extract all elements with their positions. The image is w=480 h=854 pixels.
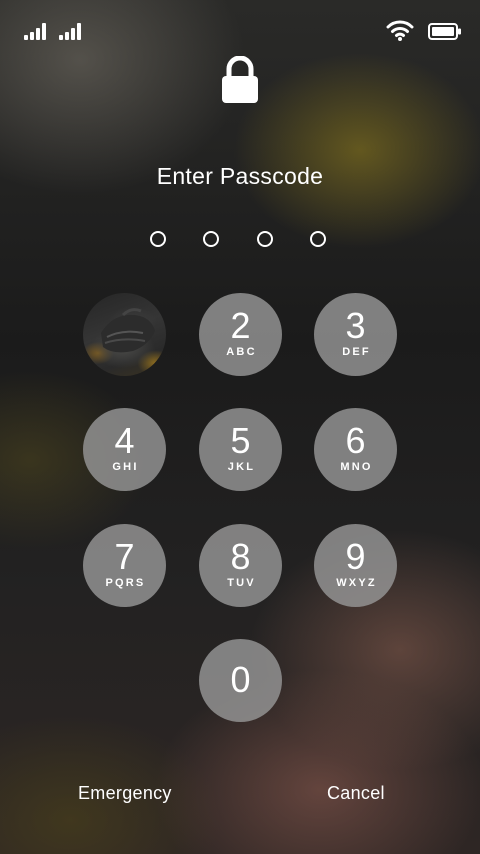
cellular-signal-icon	[59, 22, 85, 40]
battery-icon	[428, 23, 461, 40]
key-digit: 9	[345, 536, 366, 577]
key-digit: 5	[230, 420, 251, 461]
keypad-key-7[interactable]: 7 PQRS	[83, 524, 166, 607]
key-digit: 4	[114, 420, 135, 461]
lock-screen: Enter Passcode 2 ABC 3 DEF 4 GHI 5 JKL 6…	[0, 0, 480, 854]
key-letters: GHI	[112, 461, 139, 473]
status-bar	[0, 0, 480, 60]
cancel-button[interactable]: Cancel	[327, 783, 385, 804]
passcode-dots	[150, 231, 330, 251]
photo-thumbnail[interactable]	[83, 293, 166, 376]
keypad-key-4[interactable]: 4 GHI	[83, 408, 166, 491]
key-letters: DEF	[342, 346, 371, 358]
key-digit: 6	[345, 420, 366, 461]
keypad-key-0[interactable]: 0	[199, 639, 282, 722]
passcode-dot	[203, 231, 219, 247]
passcode-dot	[257, 231, 273, 247]
keypad-key-2[interactable]: 2 ABC	[199, 293, 282, 376]
page-title: Enter Passcode	[156, 163, 324, 189]
key-letters: ABC	[226, 346, 257, 358]
key-letters: JKL	[227, 461, 256, 473]
passcode-dot	[310, 231, 326, 247]
key-digit: 7	[114, 536, 135, 577]
keypad-key-8[interactable]: 8 TUV	[199, 524, 282, 607]
keypad-key-9[interactable]: 9 WXYZ	[314, 524, 397, 607]
lock-icon	[222, 56, 258, 103]
wifi-icon	[386, 20, 414, 41]
keypad-key-3[interactable]: 3 DEF	[314, 293, 397, 376]
key-letters: MNO	[340, 461, 373, 473]
cellular-signal-icon	[24, 22, 50, 40]
keypad-key-6[interactable]: 6 MNO	[314, 408, 397, 491]
key-letters: PQRS	[105, 577, 146, 589]
keypad-key-5[interactable]: 5 JKL	[199, 408, 282, 491]
photo-thumbnail-image	[101, 308, 155, 353]
key-digit: 8	[230, 536, 251, 577]
emergency-button[interactable]: Emergency	[78, 783, 172, 804]
key-digit: 2	[230, 305, 251, 346]
key-letters: WXYZ	[336, 577, 377, 589]
passcode-dot	[150, 231, 166, 247]
key-digit: 0	[230, 659, 251, 700]
key-digit: 3	[345, 305, 366, 346]
key-letters: TUV	[227, 577, 256, 589]
